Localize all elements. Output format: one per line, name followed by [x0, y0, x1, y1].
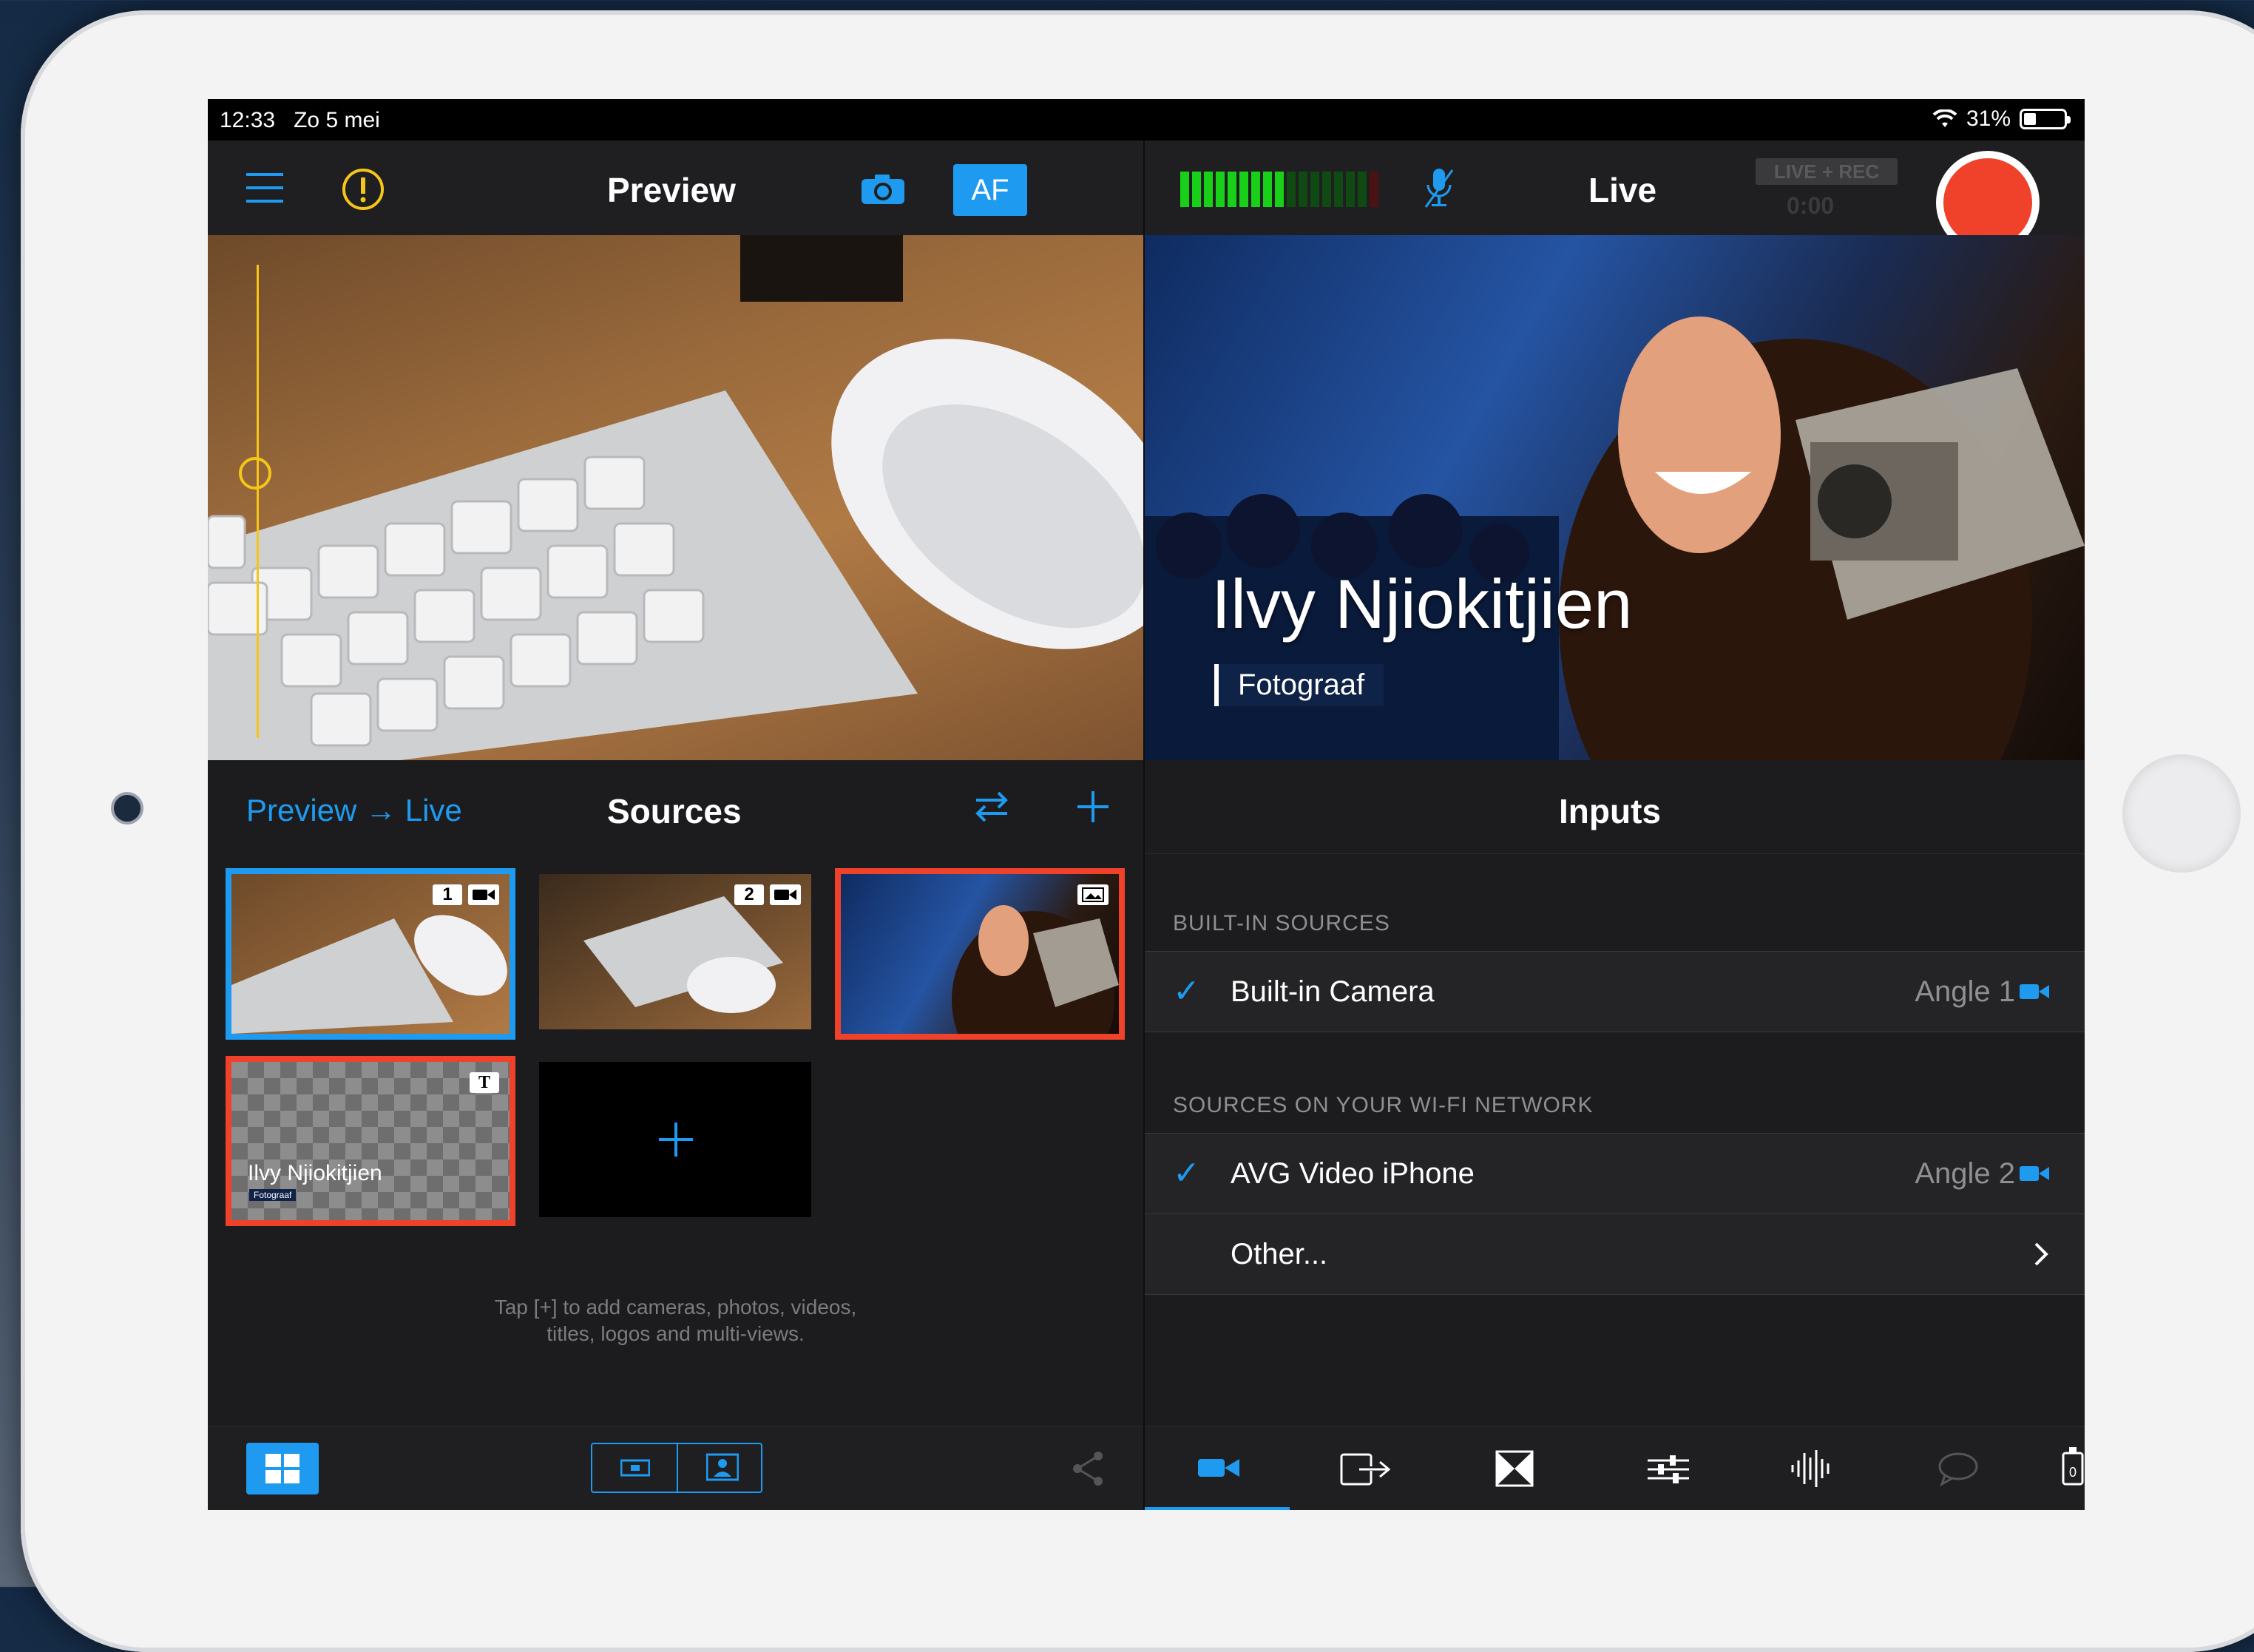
active-tab-indicator	[1145, 1507, 1290, 1510]
sources-hint: Tap [+] to add cameras, photos, videos, …	[208, 1294, 1143, 1347]
split-layout-icon[interactable]	[620, 1458, 650, 1478]
warning-icon[interactable]	[341, 167, 385, 211]
tile-badge: 1	[433, 884, 499, 905]
timer-icon[interactable]: 0	[2062, 1446, 2084, 1487]
sources-title: Sources	[607, 792, 742, 830]
preview-to-live-label: Preview	[246, 793, 357, 827]
tile-badge: T	[470, 1072, 499, 1093]
keyboard-mouse-image	[208, 235, 1143, 760]
wifi-sources-header: SOURCES ON YOUR WI-FI NETWORK	[1173, 1093, 1594, 1117]
segment-divider	[677, 1444, 678, 1492]
zoom-slider[interactable]	[257, 265, 259, 738]
input-angle: Angle 1	[1915, 975, 2015, 1008]
sources-bottom-toolbar	[208, 1426, 1143, 1510]
svg-text:0: 0	[2069, 1465, 2077, 1480]
title-type-icon: T	[470, 1072, 499, 1093]
preview-title: Preview	[607, 171, 736, 209]
output-icon[interactable]	[1340, 1452, 1392, 1487]
live-lower-third-name: Ilvy Njiokitjien	[1211, 565, 1633, 643]
input-angle: Angle 2	[1915, 1157, 2015, 1190]
built-in-sources-header: BUILT-IN SOURCES	[1173, 911, 1390, 935]
tile-badge: 2	[734, 884, 801, 905]
layout-segmented-control[interactable]	[591, 1443, 762, 1493]
live-title: Live	[1588, 171, 1657, 209]
image-icon	[1077, 884, 1109, 905]
arrow-right-icon: →	[365, 793, 405, 827]
live-toolbar: Live LIVE + REC 0:00	[1145, 141, 2085, 254]
inputs-title: Inputs	[1559, 792, 1661, 830]
tile-number: 2	[734, 884, 764, 905]
audio-waveform-icon[interactable]	[1790, 1449, 1834, 1489]
inputs-bottom-toolbar: 0	[1145, 1426, 2085, 1510]
panel-divider	[1143, 141, 1145, 1510]
add-source-icon[interactable]	[1074, 788, 1111, 825]
live-lower-third-role: Fotograaf	[1214, 664, 1384, 706]
video-camera-icon	[2020, 984, 2049, 999]
source-tile-camera-2[interactable]: 2	[539, 874, 811, 1029]
checkmark-icon: ✓	[1173, 973, 1200, 1009]
input-row-other[interactable]: Other...	[1145, 1213, 2085, 1295]
preview-to-live-button[interactable]: Preview → Live	[246, 793, 462, 828]
add-source-tile[interactable]	[539, 1062, 811, 1217]
status-time-date: 12:33 Zo 5 mei	[220, 108, 380, 133]
presenter-layout-icon[interactable]	[706, 1453, 739, 1483]
wifi-icon	[1932, 109, 1957, 127]
status-bar: 12:33 Zo 5 mei 31%	[208, 99, 2085, 141]
zoom-slider-handle[interactable]	[239, 457, 271, 490]
live-target-label: Live	[405, 793, 462, 827]
live-timer: 0:00	[1787, 192, 1835, 219]
front-camera	[111, 792, 143, 825]
microphone-icon[interactable]	[1424, 167, 1454, 209]
battery-percent: 31%	[1966, 106, 2011, 131]
video-camera-icon	[468, 884, 499, 905]
preview-toolbar: Preview AF	[208, 141, 1143, 235]
grid-icon	[265, 1454, 299, 1483]
plus-icon	[659, 1123, 693, 1157]
status-right: 31%	[1932, 106, 2071, 132]
switch-camera-icon[interactable]	[860, 173, 906, 206]
share-icon[interactable]	[1072, 1450, 1106, 1487]
status-date: Zo 5 mei	[294, 108, 380, 132]
other-label: Other...	[1231, 1238, 1328, 1270]
record-dot	[1943, 158, 2032, 247]
title-tile-role: Fotograaf	[249, 1189, 297, 1201]
source-tile-photo[interactable]	[835, 868, 1125, 1040]
source-tile-title[interactable]: T Ilvy Njiokitjien Fotograaf	[226, 1056, 515, 1226]
af-button[interactable]: AF	[953, 164, 1027, 216]
hint-line-2: titles, logos and multi-views.	[546, 1322, 805, 1345]
input-name: AVG Video iPhone	[1231, 1157, 1475, 1190]
source-tile-camera-1[interactable]: 1	[226, 868, 515, 1040]
live-video: Ilvy Njiokitjien Fotograaf	[1145, 235, 2085, 760]
chat-bubble-icon[interactable]	[1937, 1452, 1979, 1487]
app-screen: 12:33 Zo 5 mei 31% Preview AF Live LIVE …	[208, 99, 2085, 1510]
video-camera-icon	[2020, 1166, 2049, 1181]
video-camera-icon	[1198, 1459, 1239, 1477]
menu-icon[interactable]	[246, 172, 283, 204]
tile-number: 1	[433, 884, 462, 905]
chevron-right-icon	[2034, 1242, 2048, 1266]
adjustments-icon[interactable]	[1648, 1453, 1689, 1486]
transition-icon[interactable]	[1495, 1450, 1534, 1487]
preview-video[interactable]	[208, 235, 1143, 760]
status-time: 12:33	[220, 108, 276, 132]
input-row-built-in-camera[interactable]: ✓ Built-in Camera Angle 1	[1145, 951, 2085, 1032]
video-camera-icon	[770, 884, 801, 905]
inputs-header: Inputs	[1145, 760, 2085, 854]
checkmark-icon: ✓	[1173, 1155, 1200, 1191]
tab-inputs[interactable]	[1145, 1426, 1290, 1510]
hint-line-1: Tap [+] to add cameras, photos, videos,	[494, 1296, 857, 1318]
input-name: Built-in Camera	[1231, 975, 1435, 1008]
swap-icon[interactable]	[973, 788, 1010, 825]
grid-view-button[interactable]	[246, 1443, 319, 1494]
audio-meter	[1180, 172, 1378, 207]
tile-badge	[1077, 884, 1109, 905]
battery-icon	[2020, 109, 2071, 129]
live-rec-badge: LIVE + REC	[1756, 158, 1898, 185]
sources-header: Preview → Live Sources	[208, 760, 1143, 853]
title-tile-name: Ilvy Njiokitjien	[248, 1161, 382, 1185]
home-button[interactable]	[2122, 754, 2241, 873]
input-row-avg-video-iphone[interactable]: ✓ AVG Video iPhone Angle 2	[1145, 1133, 2085, 1214]
